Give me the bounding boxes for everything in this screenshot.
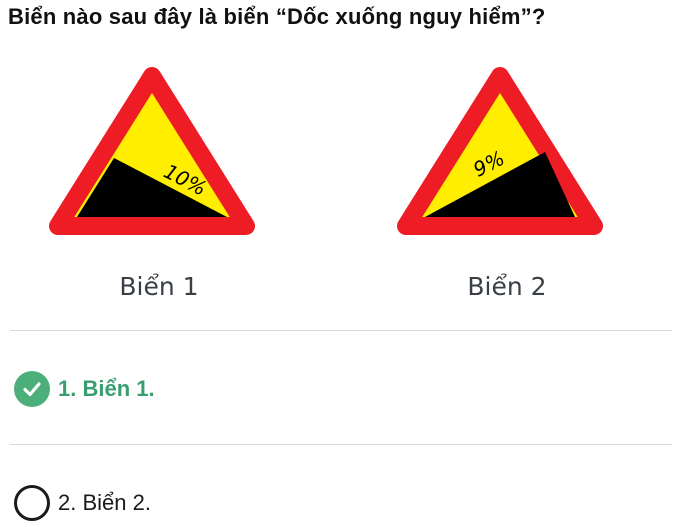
answer-option-2[interactable]: 2. Biển 2.: [14, 485, 151, 521]
sign-1-figure: 10% Biển 1: [44, 58, 274, 308]
sign-2-figure: 9% Biển 2: [392, 58, 622, 308]
answer-option-2-label: 2. Biển 2.: [58, 490, 151, 515]
sign-2-caption: Biển 2: [467, 272, 547, 301]
checkmark-icon[interactable]: [14, 371, 50, 407]
divider: [10, 444, 672, 445]
divider: [10, 330, 672, 331]
question-text: Biển nào sau đây là biển “Dốc xuống nguy…: [8, 4, 546, 29]
steep-ascent-sign-icon: 9%: [397, 67, 603, 235]
steep-descent-sign-icon: 10%: [49, 67, 255, 235]
radio-empty-icon[interactable]: [14, 485, 50, 521]
answer-option-1-label: 1. Biển 1.: [58, 376, 155, 401]
answer-option-1[interactable]: 1. Biển 1.: [14, 371, 155, 407]
sign-1-caption: Biển 1: [119, 272, 199, 301]
